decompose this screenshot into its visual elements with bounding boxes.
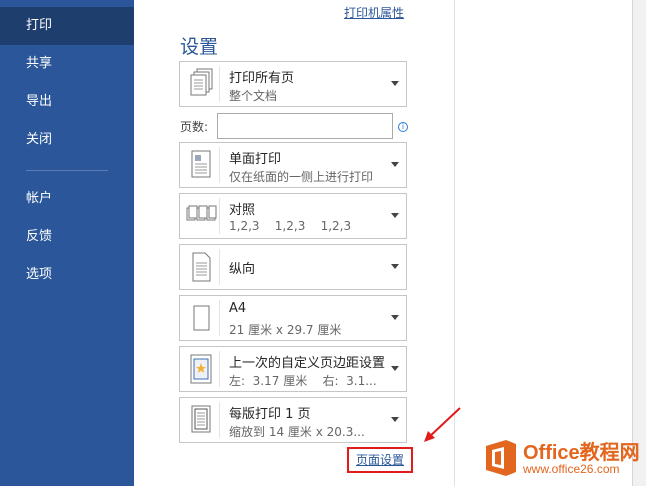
- pages-stack-icon: [184, 66, 220, 102]
- office-logo-icon: [486, 440, 516, 476]
- watermark-url: www.office26.com: [523, 462, 620, 476]
- pages-per-sheet-sublabel: 缩放到 14 厘米 x 20.3...: [229, 425, 365, 439]
- red-arrow-icon: [424, 407, 461, 442]
- pages-per-sheet-label: 每版打印 1 页: [229, 407, 311, 422]
- print-range-label: 打印所有页: [229, 71, 295, 86]
- print-range-dropdown[interactable]: 打印所有页 整个文档: [179, 61, 407, 107]
- nav-item-options[interactable]: 选项: [0, 256, 134, 294]
- pages-per-sheet-dropdown[interactable]: 每版打印 1 页 缩放到 14 厘米 x 20.3...: [179, 397, 407, 443]
- nav-item-account[interactable]: 帐户: [0, 180, 134, 218]
- page-setup-link[interactable]: 页面设置: [347, 447, 413, 473]
- collated-icon: [184, 198, 220, 234]
- backstage-sidebar: 打印 共享 导出 关闭 帐户 反馈 选项: [0, 0, 134, 486]
- chevron-down-icon: [391, 264, 399, 269]
- single-sided-icon: [184, 147, 220, 183]
- portrait-icon: [184, 249, 220, 285]
- nav-divider: [26, 170, 108, 171]
- pages-input[interactable]: [217, 113, 393, 139]
- nav-item-close[interactable]: 关闭: [0, 121, 134, 159]
- chevron-down-icon: [391, 81, 399, 86]
- nav-item-export[interactable]: 导出: [0, 83, 134, 121]
- print-preview-edge: [632, 0, 646, 486]
- custom-margins-icon: [184, 351, 220, 387]
- nav-item-feedback[interactable]: 反馈: [0, 218, 134, 256]
- nav-item-share[interactable]: 共享: [0, 45, 134, 83]
- collation-sublabel: 1,2,3 1,2,3 1,2,3: [229, 219, 352, 233]
- chevron-down-icon: [391, 417, 399, 422]
- printer-properties-link[interactable]: 打印机属性: [344, 4, 404, 21]
- info-icon[interactable]: i: [398, 122, 408, 132]
- paper-size-label: A4: [229, 301, 247, 316]
- margins-label: 上一次的自定义页边距设置: [229, 356, 386, 371]
- chevron-down-icon: [391, 213, 399, 218]
- pages-per-sheet-icon: [184, 402, 220, 438]
- margins-dropdown[interactable]: 上一次的自定义页边距设置 左: 3.17 厘米 右: 3.1...: [179, 346, 407, 392]
- watermark-brand: Office教程网: [523, 442, 640, 464]
- pages-label: 页数:: [180, 120, 209, 134]
- print-sides-sublabel: 仅在纸面的一侧上进行打印: [229, 170, 374, 184]
- paper-size-dropdown[interactable]: A4 21 厘米 x 29.7 厘米: [179, 295, 407, 341]
- print-range-sublabel: 整个文档: [229, 89, 278, 103]
- chevron-down-icon: [391, 162, 399, 167]
- chevron-down-icon: [391, 315, 399, 320]
- margins-sublabel: 左: 3.17 厘米 右: 3.1...: [229, 374, 377, 388]
- print-sides-label: 单面打印: [229, 152, 282, 167]
- orientation-label: 纵向: [229, 262, 256, 277]
- orientation-dropdown[interactable]: 纵向: [179, 244, 407, 290]
- collation-dropdown[interactable]: 对照 1,2,3 1,2,3 1,2,3: [179, 193, 407, 239]
- print-sides-dropdown[interactable]: 单面打印 仅在纸面的一侧上进行打印: [179, 142, 407, 188]
- collation-label: 对照: [229, 203, 256, 218]
- settings-title: 设置: [180, 36, 219, 58]
- paper-size-sublabel: 21 厘米 x 29.7 厘米: [229, 323, 342, 337]
- chevron-down-icon: [391, 366, 399, 371]
- nav-item-print[interactable]: 打印: [0, 7, 134, 45]
- paper-size-icon: [184, 300, 220, 336]
